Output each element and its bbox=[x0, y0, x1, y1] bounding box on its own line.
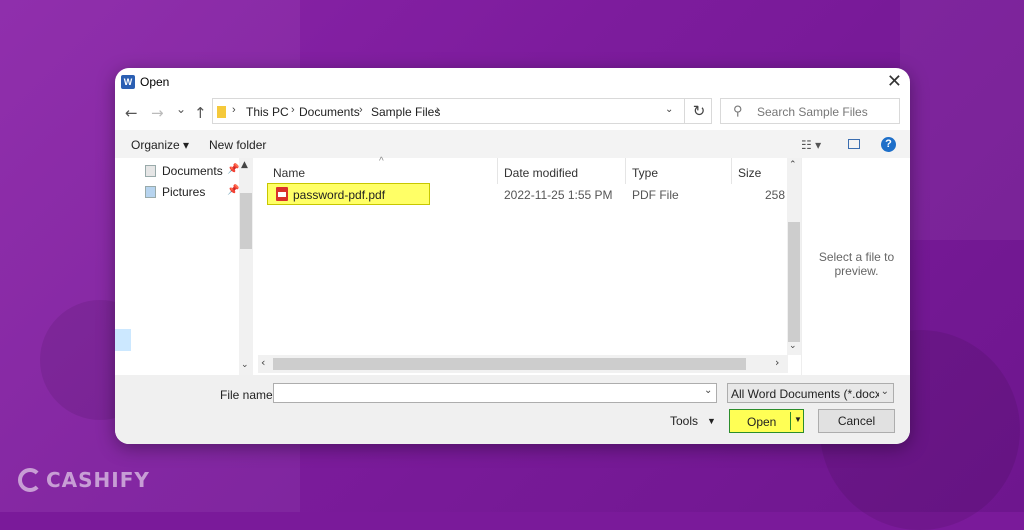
dialog-title: Open bbox=[140, 75, 170, 89]
file-list-horizontal-scrollbar[interactable]: ‹ › bbox=[258, 355, 788, 373]
tools-button[interactable]: Tools bbox=[670, 414, 698, 428]
preview-line-1: Select a file to bbox=[818, 250, 895, 264]
command-bar: Organize ▾ New folder ☷ ▾ ? bbox=[115, 130, 910, 158]
scroll-up-icon[interactable]: ▲ bbox=[241, 160, 248, 170]
column-divider[interactable] bbox=[625, 158, 626, 184]
address-bar[interactable]: › This PC › Documents › Sample Files › ⌄ bbox=[212, 98, 712, 124]
nav-item-documents[interactable]: Documents bbox=[145, 164, 223, 178]
preview-pane: Select a file to preview. bbox=[801, 158, 910, 375]
nav-pane-scrollbar[interactable]: ▲ ⌄ bbox=[239, 158, 253, 375]
brand-logo: CASHIFY bbox=[18, 468, 150, 492]
column-divider[interactable] bbox=[497, 158, 498, 184]
scrollbar-thumb[interactable] bbox=[273, 358, 746, 370]
documents-icon bbox=[145, 165, 156, 177]
scroll-down-icon[interactable]: ⌄ bbox=[789, 341, 797, 351]
back-button[interactable]: ← bbox=[125, 104, 138, 122]
column-header-size[interactable]: Size bbox=[738, 166, 761, 180]
nav-item-label: Documents bbox=[162, 164, 223, 178]
column-header-date[interactable]: Date modified bbox=[504, 166, 578, 180]
search-box[interactable]: ⚲ Search Sample Files bbox=[720, 98, 900, 124]
chevron-down-icon[interactable]: ⌄ bbox=[704, 385, 712, 396]
file-list-vertical-scrollbar[interactable]: ⌃ ⌄ bbox=[787, 158, 801, 355]
file-name-input[interactable] bbox=[273, 383, 717, 403]
navigation-pane: Documents 📌 Pictures 📌 bbox=[115, 158, 252, 373]
scroll-right-icon[interactable]: › bbox=[775, 356, 779, 369]
column-divider[interactable] bbox=[731, 158, 732, 184]
refresh-button[interactable]: ↻ bbox=[684, 98, 713, 124]
folder-icon bbox=[217, 106, 226, 118]
pdf-icon bbox=[276, 187, 288, 201]
chevron-right-icon: › bbox=[291, 104, 295, 116]
cancel-button[interactable]: Cancel bbox=[818, 409, 895, 433]
new-folder-button[interactable]: New folder bbox=[209, 138, 266, 152]
file-type-value: All Word Documents (*.docx;*.d bbox=[731, 387, 879, 401]
pictures-icon bbox=[145, 186, 156, 198]
word-icon: W bbox=[121, 75, 135, 89]
file-type: PDF File bbox=[632, 188, 679, 202]
recent-locations-button[interactable]: ⌄ bbox=[176, 102, 186, 116]
chevron-right-icon: › bbox=[232, 104, 236, 116]
nav-selection-highlight bbox=[115, 329, 131, 351]
open-dropdown-icon[interactable]: ▼ bbox=[794, 415, 802, 424]
dialog-footer: File name: ⌄ All Word Documents (*.docx;… bbox=[115, 375, 910, 444]
file-row-password-pdf[interactable]: password-pdf.pdf bbox=[267, 183, 430, 205]
chevron-right-icon: › bbox=[359, 104, 363, 116]
scrollbar-thumb[interactable] bbox=[788, 222, 800, 342]
sort-ascending-icon: ^ bbox=[379, 156, 384, 167]
preview-message: Select a file to preview. bbox=[802, 250, 910, 278]
title-bar: W Open ✕ bbox=[115, 68, 910, 96]
scroll-left-icon[interactable]: ‹ bbox=[261, 356, 265, 369]
file-date: 2022-11-25 1:55 PM bbox=[504, 188, 613, 202]
scrollbar-thumb[interactable] bbox=[240, 193, 252, 249]
open-button-label: Open bbox=[747, 415, 777, 429]
nav-item-label: Pictures bbox=[162, 185, 206, 199]
breadcrumb-this-pc[interactable]: This PC bbox=[246, 105, 289, 119]
file-type-select[interactable]: All Word Documents (*.docx;*.d ⌄ bbox=[727, 383, 894, 403]
chevron-right-icon: › bbox=[436, 104, 440, 116]
preview-pane-icon[interactable] bbox=[848, 139, 860, 149]
brand-name: CASHIFY bbox=[46, 468, 150, 492]
help-icon[interactable]: ? bbox=[881, 137, 896, 152]
pin-icon: 📌 bbox=[227, 164, 240, 175]
bg-shape bbox=[900, 0, 1024, 240]
organize-button[interactable]: Organize ▾ bbox=[131, 138, 189, 152]
open-button[interactable]: Open ▼ bbox=[729, 409, 804, 433]
forward-button[interactable]: → bbox=[151, 104, 164, 122]
pin-icon: 📌 bbox=[227, 185, 240, 196]
breadcrumb-documents[interactable]: Documents bbox=[299, 105, 360, 119]
cashify-logo-icon bbox=[18, 468, 42, 492]
scroll-down-icon[interactable]: ⌄ bbox=[241, 360, 249, 370]
file-name: password-pdf.pdf bbox=[293, 188, 386, 202]
file-list: ^ Name Date modified Type Size password-… bbox=[253, 156, 801, 375]
up-button[interactable]: ↑ bbox=[194, 104, 207, 122]
chevron-down-icon: ⌄ bbox=[880, 386, 889, 397]
chevron-down-icon[interactable]: ⌄ bbox=[665, 104, 673, 115]
close-icon[interactable]: ✕ bbox=[887, 71, 902, 92]
open-dialog: W Open ✕ ← → ⌄ ↑ › This PC › Documents ›… bbox=[115, 68, 910, 444]
search-placeholder: Search Sample Files bbox=[757, 105, 868, 119]
file-name-label: File name: bbox=[220, 388, 277, 402]
view-options-icon[interactable]: ☷ ▾ bbox=[801, 138, 821, 152]
breadcrumb-sample-files[interactable]: Sample Files bbox=[371, 105, 440, 119]
nav-item-pictures[interactable]: Pictures bbox=[145, 185, 205, 199]
column-header-type[interactable]: Type bbox=[632, 166, 658, 180]
scroll-up-icon[interactable]: ⌃ bbox=[789, 160, 797, 170]
search-icon: ⚲ bbox=[733, 103, 743, 118]
preview-line-2: preview. bbox=[834, 264, 879, 278]
column-header-name[interactable]: Name bbox=[273, 166, 305, 180]
split-divider bbox=[790, 412, 791, 430]
tools-dropdown-icon[interactable]: ▼ bbox=[707, 416, 716, 426]
